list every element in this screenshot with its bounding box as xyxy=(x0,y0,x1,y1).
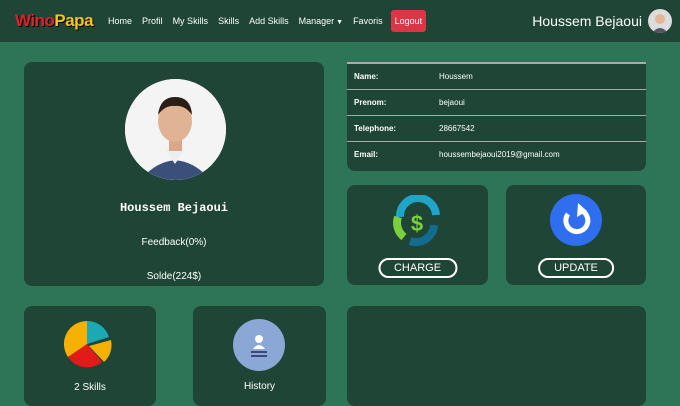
update-card: UPDATE xyxy=(506,185,646,285)
feedback-text: Feedback(0%) xyxy=(141,237,207,248)
logo[interactable]: WinoPapa xyxy=(15,11,94,31)
skills-count: 2 Skills xyxy=(74,382,106,393)
skills-tile[interactable]: 2 Skills xyxy=(24,306,156,406)
nav-skills[interactable]: Skills xyxy=(218,16,239,26)
table-row: Telephone: 28667542 xyxy=(347,115,646,142)
navbar: WinoPapa Home Profil My Skills Skills Ad… xyxy=(0,0,680,42)
update-button[interactable]: UPDATE xyxy=(538,258,614,278)
user-avatar[interactable] xyxy=(648,9,672,33)
history-label: History xyxy=(243,381,276,392)
caret-down-icon: ▼ xyxy=(336,19,344,26)
money-exchange-icon: $ xyxy=(393,195,440,247)
table-row: Name: Houssem xyxy=(347,64,646,90)
svg-text:$: $ xyxy=(411,211,423,236)
empty-panel xyxy=(347,306,646,406)
nav-profil[interactable]: Profil xyxy=(142,16,163,26)
solde-text: Solde(224$) xyxy=(146,271,202,282)
nav-home[interactable]: Home xyxy=(108,16,132,26)
nav-my-skills[interactable]: My Skills xyxy=(173,16,209,26)
user-name[interactable]: Houssem Bejaoui xyxy=(532,13,642,29)
table-row: Prenom: bejaoui xyxy=(347,89,646,116)
pie-chart-icon xyxy=(64,320,112,368)
nav-manager-dropdown[interactable]: Manager ▼ xyxy=(299,16,343,26)
info-table: Name: Houssem Prenom: bejaoui Telephone: 28… xyxy=(347,64,646,167)
charge-card: $ CHARGE xyxy=(347,185,488,285)
logout-button[interactable]: Logout xyxy=(390,10,427,32)
history-user-icon xyxy=(233,319,285,371)
nav-favoris[interactable]: Favoris xyxy=(353,16,383,26)
refresh-icon xyxy=(550,194,602,246)
nav-add-skills[interactable]: Add Skills xyxy=(249,16,289,26)
profile-name: Houssem Bejaoui xyxy=(119,201,229,215)
charge-button[interactable]: CHARGE xyxy=(377,258,458,278)
profile-photo xyxy=(125,79,226,180)
profile-card: Houssem Bejaoui Feedback(0%) Solde(224$) xyxy=(24,62,324,286)
info-table-card: Name: Houssem Prenom: bejaoui Telephone: 28… xyxy=(347,62,646,171)
history-tile[interactable]: History xyxy=(193,306,326,406)
table-row: Email: houssembejaoui2019@gmail.com xyxy=(354,150,560,159)
